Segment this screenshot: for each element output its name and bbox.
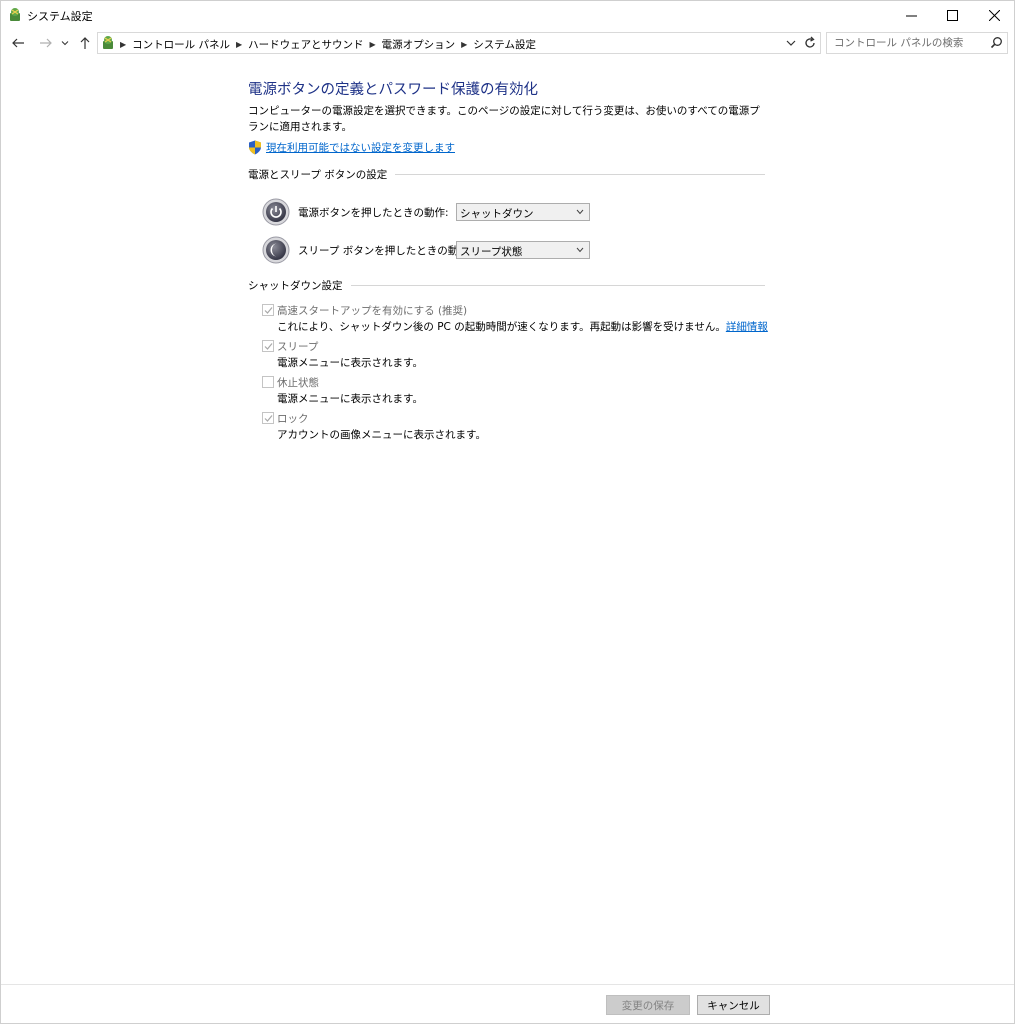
chevron-down-icon	[576, 247, 584, 253]
back-button[interactable]	[9, 34, 27, 52]
arrow-up-icon	[80, 37, 90, 49]
close-button[interactable]	[974, 1, 1014, 29]
hibernate-description: 電源メニューに表示されます。	[277, 393, 423, 405]
checkmark-icon	[264, 307, 273, 314]
section-title: 電源とスリープ ボタンの設定	[248, 167, 396, 182]
sleep-button-row: スリープ ボタンを押したときの動作: スリープ状態	[262, 236, 590, 264]
sleep-button-label: スリープ ボタンを押したときの動作:	[298, 245, 473, 257]
search-icon[interactable]	[990, 36, 1003, 49]
maximize-icon	[946, 9, 958, 21]
checkmark-icon	[264, 415, 273, 422]
address-row: ▶ コントロール パネル ▶ ハードウェアとサウンド ▶ 電源オプション ▶ シ…	[1, 30, 1014, 56]
refresh-icon[interactable]	[803, 36, 817, 50]
up-button[interactable]	[76, 34, 94, 52]
change-unavailable-settings-link[interactable]: 現在利用可能ではない設定を変更します	[266, 140, 455, 155]
select-value: スリープ状態	[460, 246, 523, 258]
chevron-right-icon: ▶	[120, 40, 127, 49]
control-panel-icon	[10, 8, 20, 21]
fast-startup-checkbox[interactable]	[262, 304, 274, 316]
forward-button[interactable]	[37, 34, 55, 52]
shutdown-section-header: シャットダウン設定	[248, 278, 765, 293]
power-button-action-select[interactable]: シャットダウン	[456, 203, 590, 221]
sleep-icon	[262, 236, 290, 264]
breadcrumb-item-power-options[interactable]: 電源オプション	[382, 37, 456, 52]
search-input[interactable]	[832, 36, 986, 50]
breadcrumb-item-control-panel[interactable]: コントロール パネル	[132, 37, 230, 52]
arrow-right-icon	[40, 38, 52, 48]
shield-icon	[249, 140, 261, 154]
title-bar: システム設定	[1, 1, 1014, 29]
minimize-button[interactable]	[891, 1, 931, 29]
page-title: 電源ボタンの定義とパスワード保護の有効化	[248, 82, 538, 98]
address-bar[interactable]: ▶ コントロール パネル ▶ ハードウェアとサウンド ▶ 電源オプション ▶ シ…	[97, 32, 821, 54]
close-icon	[988, 9, 1000, 21]
window-title: システム設定	[27, 10, 93, 23]
section-title: シャットダウン設定	[248, 278, 351, 293]
chevron-down-icon	[576, 209, 584, 215]
chevron-right-icon[interactable]: ▶	[369, 40, 375, 49]
chevron-down-icon[interactable]	[784, 36, 798, 50]
admin-link-row: 現在利用可能ではない設定を変更します	[248, 139, 455, 155]
recent-locations-button[interactable]	[59, 34, 71, 52]
fast-startup-description-text: これにより、シャットダウン後の PC の起動時間が速くなります。再起動は影響を受…	[277, 321, 726, 333]
bottom-action-bar: 変更の保存 キャンセル	[1, 984, 1014, 1024]
sleep-description: 電源メニューに表示されます。	[277, 357, 423, 369]
power-sleep-section-header: 電源とスリープ ボタンの設定	[248, 167, 765, 182]
chevron-down-icon	[61, 41, 69, 46]
maximize-button[interactable]	[932, 1, 972, 29]
chevron-right-icon[interactable]: ▶	[461, 40, 467, 49]
sleep-label: スリープ	[277, 341, 319, 353]
lock-description: アカウントの画像メニューに表示されます。	[277, 429, 486, 441]
fast-startup-label: 高速スタートアップを有効にする (推奨)	[277, 305, 468, 317]
breadcrumb-item-hardware-sound[interactable]: ハードウェアとサウンド	[248, 37, 363, 52]
fast-startup-description: これにより、シャットダウン後の PC の起動時間が速くなります。再起動は影響を受…	[277, 319, 768, 334]
sleep-button-action-select[interactable]: スリープ状態	[456, 241, 590, 259]
hibernate-label: 休止状態	[277, 377, 319, 389]
cancel-button[interactable]: キャンセル	[697, 995, 770, 1015]
power-button-label: 電源ボタンを押したときの動作:	[298, 207, 449, 219]
power-icon	[262, 198, 290, 226]
breadcrumb-item-system-settings[interactable]: システム設定	[473, 37, 536, 52]
checkmark-icon	[264, 343, 273, 350]
breadcrumb: ▶ コントロール パネル ▶ ハードウェアとサウンド ▶ 電源オプション ▶ シ…	[120, 37, 536, 52]
page-description: コンピューターの電源設定を選択できます。このページの設定に対して行う変更は、お使…	[248, 105, 760, 133]
minimize-icon	[905, 15, 917, 16]
sleep-checkbox[interactable]	[262, 340, 274, 352]
more-info-link[interactable]: 詳細情報	[726, 321, 768, 333]
arrow-left-icon	[12, 38, 24, 48]
power-button-row: 電源ボタンを押したときの動作: シャットダウン	[262, 198, 590, 226]
chevron-right-icon[interactable]: ▶	[236, 40, 242, 49]
control-panel-icon	[103, 36, 113, 49]
lock-label: ロック	[277, 413, 309, 425]
select-value: シャットダウン	[460, 208, 534, 220]
search-box[interactable]	[826, 32, 1008, 54]
hibernate-checkbox[interactable]	[262, 376, 274, 388]
save-changes-button[interactable]: 変更の保存	[606, 995, 690, 1015]
window: システム設定 ▶ コントロール パネル ▶ ハードウェアとサウンド ▶ 電源オプ…	[0, 0, 1015, 1024]
lock-checkbox[interactable]	[262, 412, 274, 424]
